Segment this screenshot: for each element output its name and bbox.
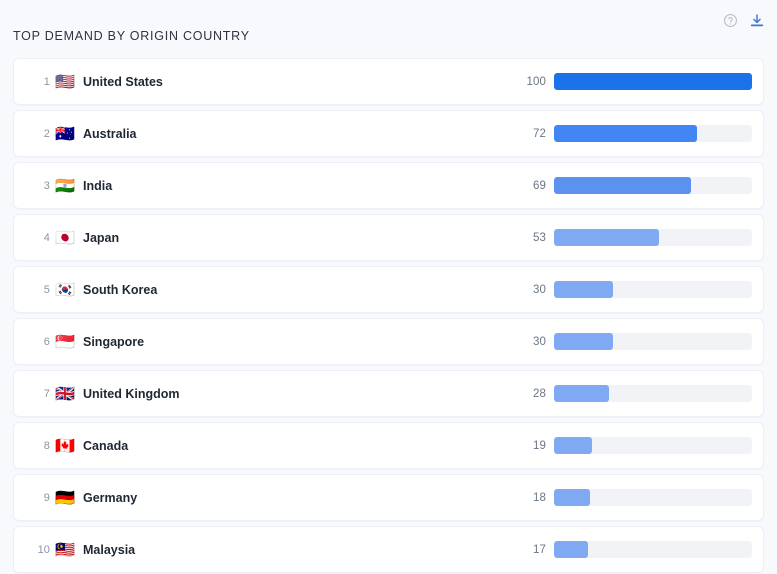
- top-demand-panel: TOP DEMAND BY ORIGIN COUNTRY 1 🇺🇸 United S…: [0, 0, 777, 574]
- header-actions: [722, 12, 765, 29]
- flag-germany: 🇩🇪: [55, 487, 75, 507]
- row-rank: 6: [43, 335, 50, 348]
- row-value: 18: [533, 491, 546, 504]
- table-row[interactable]: 7 🇬🇧 United Kingdom 28: [13, 370, 764, 417]
- flag-south-korea: 🇰🇷: [55, 279, 75, 299]
- row-country-label: United Kingdom: [83, 386, 180, 401]
- row-country-label: Australia: [83, 126, 137, 141]
- flag-india: 🇮🇳: [55, 175, 75, 195]
- row-value: 28: [533, 387, 546, 400]
- row-bar-track: [554, 541, 752, 558]
- country-demand-list: 1 🇺🇸 United States 100 2 🇦🇺 Australia 72 3 🇮🇳 Indi…: [0, 58, 777, 574]
- flag-malaysia: 🇲🇾: [55, 539, 75, 559]
- row-bar-fill: [554, 333, 614, 350]
- row-value: 17: [533, 543, 546, 556]
- row-bar-fill: [554, 385, 610, 402]
- row-bar-fill: [554, 541, 588, 558]
- table-row[interactable]: 3 🇮🇳 India 69: [13, 162, 764, 209]
- row-value: 30: [533, 283, 546, 296]
- row-country-label: Germany: [83, 490, 138, 505]
- row-value: 72: [533, 127, 546, 140]
- flag-singapore: 🇸🇬: [55, 331, 75, 351]
- row-bar-fill: [554, 73, 752, 90]
- row-bar-track: [554, 177, 752, 194]
- row-bar-fill: [554, 437, 592, 454]
- row-rank: 4: [43, 231, 50, 244]
- row-value: 30: [533, 335, 546, 348]
- table-row[interactable]: 8 🇨🇦 Canada 19: [13, 422, 764, 469]
- row-value: 53: [533, 231, 546, 244]
- row-country-label: India: [83, 178, 113, 193]
- row-rank: 10: [37, 543, 50, 556]
- row-value: 69: [533, 179, 546, 192]
- row-rank: 2: [43, 127, 50, 140]
- row-value: 19: [533, 439, 546, 452]
- row-bar-track: [554, 333, 752, 350]
- row-rank: 5: [43, 283, 50, 296]
- row-country-label: Singapore: [83, 334, 145, 349]
- table-row[interactable]: 10 🇲🇾 Malaysia 17: [13, 526, 764, 573]
- row-country-label: South Korea: [83, 282, 158, 297]
- panel-header: TOP DEMAND BY ORIGIN COUNTRY: [0, 0, 777, 58]
- row-rank: 9: [43, 491, 50, 504]
- row-bar-fill: [554, 125, 697, 142]
- row-rank: 3: [43, 179, 50, 192]
- table-row[interactable]: 2 🇦🇺 Australia 72: [13, 110, 764, 157]
- row-bar-fill: [554, 281, 614, 298]
- row-country-label: Malaysia: [83, 542, 136, 557]
- row-rank: 7: [43, 387, 50, 400]
- table-row[interactable]: 4 🇯🇵 Japan 53: [13, 214, 764, 261]
- flag-united-kingdom: 🇬🇧: [55, 383, 75, 403]
- row-bar-track: [554, 385, 752, 402]
- row-bar-track: [554, 281, 752, 298]
- row-bar-fill: [554, 229, 659, 246]
- help-circle-icon[interactable]: [722, 12, 739, 29]
- table-row[interactable]: 5 🇰🇷 South Korea 30: [13, 266, 764, 313]
- row-rank: 1: [43, 75, 50, 88]
- row-bar-track: [554, 437, 752, 454]
- table-row[interactable]: 1 🇺🇸 United States 100: [13, 58, 764, 105]
- flag-japan: 🇯🇵: [55, 227, 75, 247]
- page-title: TOP DEMAND BY ORIGIN COUNTRY: [13, 29, 250, 43]
- row-bar-track: [554, 125, 752, 142]
- row-bar-track: [554, 489, 752, 506]
- row-rank: 8: [43, 439, 50, 452]
- row-bar-track: [554, 229, 752, 246]
- row-value: 100: [526, 75, 546, 88]
- flag-australia: 🇦🇺: [55, 123, 75, 143]
- row-country-label: Canada: [83, 438, 129, 453]
- table-row[interactable]: 6 🇸🇬 Singapore 30: [13, 318, 764, 365]
- flag-united-states: 🇺🇸: [55, 71, 75, 91]
- row-bar-track: [554, 73, 752, 90]
- download-icon[interactable]: [748, 12, 765, 29]
- row-country-label: Japan: [83, 230, 120, 245]
- row-bar-fill: [554, 177, 691, 194]
- row-bar-fill: [554, 489, 590, 506]
- table-row[interactable]: 9 🇩🇪 Germany 18: [13, 474, 764, 521]
- row-country-label: United States: [83, 74, 163, 89]
- flag-canada: 🇨🇦: [55, 435, 75, 455]
